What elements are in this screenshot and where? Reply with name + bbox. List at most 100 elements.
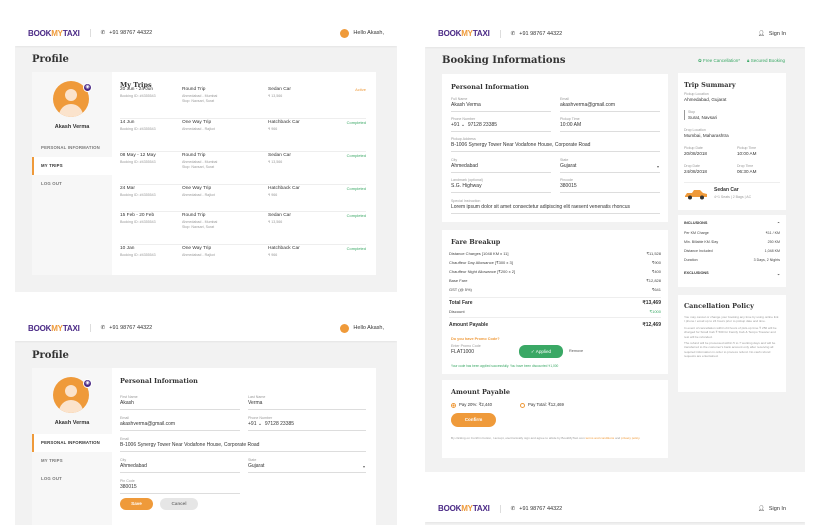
sign-in-link[interactable]: 👤︎ Sign In	[758, 31, 786, 37]
logo[interactable]: BOOKMYTAXI	[438, 504, 490, 513]
inclusions-toggle[interactable]: INCLUSIONS ⌃	[684, 221, 780, 226]
state-select[interactable]: State Gujarat ▾	[248, 458, 366, 473]
cancel-button[interactable]: Cancel	[160, 498, 198, 510]
label: Pickup Location	[684, 92, 709, 96]
row-label: Distance Included	[684, 249, 713, 253]
chevron-up-icon: ⌃	[776, 222, 780, 226]
pickup-address-field[interactable]: Pickup Address B-1006 Synergy Tower Near …	[451, 137, 660, 152]
row-value: ₹12,828	[646, 278, 661, 283]
sidebar-item-my-trips[interactable]: MY TRIPS	[32, 452, 112, 470]
phone-field[interactable]: Phone Number +91 ⌄ 97128 23385	[451, 117, 551, 132]
landmark-field[interactable]: Landmark (optional) S.G. Highway	[451, 178, 551, 193]
phone-field[interactable]: Phone Number +91 ⌄ 97128 23385	[248, 416, 366, 431]
trip-price: ₹ 966	[268, 193, 278, 197]
country-code-select[interactable]: +91	[451, 122, 459, 128]
car-type: Hatchback Car	[268, 186, 300, 191]
email-field[interactable]: Email akashverma@gmail.com	[120, 416, 240, 431]
fare-breakup-card: Fare Breakup Distance Charges [1048 KM x…	[442, 230, 668, 374]
privacy-policy-link[interactable]: privacy policy.	[621, 436, 640, 440]
field-value: Verma	[248, 400, 263, 406]
sidebar-item-personal-information[interactable]: PERSONAL INFORMATION	[32, 434, 112, 452]
trip-row[interactable]: 14 Jun Booking ID: #4355543 One Way Trip Ah…	[120, 120, 366, 152]
logo-text: TAXI	[62, 323, 80, 333]
value: 06:30 AM	[737, 169, 757, 174]
trip-type: One Way Trip	[182, 186, 212, 191]
pincode-field[interactable]: Pincode 380015	[560, 178, 660, 193]
applied-button[interactable]: ✓ Applied	[519, 345, 563, 358]
policy-text: You may cancel or change your booking an…	[684, 315, 780, 359]
trip-type: One Way Trip	[182, 120, 212, 125]
email-field[interactable]: Email akashverma@gmail.com	[560, 97, 660, 112]
user-menu[interactable]: Hello Akash,	[340, 323, 384, 333]
field-label: Phone Number	[248, 416, 273, 420]
logo[interactable]: BOOKMYTAXI	[438, 29, 490, 38]
radio-label: Pay 20%: ₹2,440	[459, 402, 493, 407]
promo-code-question[interactable]: Do you have Promo Code?	[451, 337, 500, 341]
sign-in-link[interactable]: 👤︎ Sign In	[758, 506, 786, 512]
divider	[684, 182, 780, 183]
last-name-field[interactable]: Last Name Verma	[248, 395, 366, 410]
phone-icon: ✆	[510, 505, 516, 512]
sidebar-item-log-out[interactable]: LOG OUT	[32, 470, 112, 488]
city-field[interactable]: City Ahmedabad	[120, 458, 240, 473]
promo-code-input[interactable]: Enter Promo Code FLAT1000	[451, 344, 513, 359]
row-label: Duration	[684, 258, 698, 262]
logo[interactable]: BOOKMYTAXI	[28, 29, 80, 38]
field-label: Pincode	[560, 178, 573, 182]
pay-total-radio[interactable]: Pay Total: ₹12,469	[520, 402, 564, 408]
pin-code-field[interactable]: Pin Code 380015	[120, 479, 240, 494]
phone-contact[interactable]: ✆ +91 98767 44322	[101, 30, 153, 36]
value: 10:00 AM	[737, 151, 757, 156]
exclusions-toggle[interactable]: EXCLUSIONS ⌄	[684, 271, 780, 276]
label: Drop Location	[684, 128, 706, 132]
free-cancellation-badge: ✿ Free Cancellation*	[697, 58, 741, 63]
discount-row: Discount ₹1000	[449, 309, 661, 314]
pickup-time-field[interactable]: Pickup Time 10:00 AM	[560, 117, 660, 132]
phone-contact[interactable]: ✆ +91 98767 44322	[511, 506, 563, 512]
sidebar-item-log-out[interactable]: LOG OUT	[32, 175, 112, 193]
exclusions-title: EXCLUSIONS	[684, 271, 709, 275]
country-code-select[interactable]: +91	[248, 421, 256, 427]
sidebar-item-my-trips[interactable]: MY TRIPS	[32, 157, 112, 175]
phone-icon: ✆	[510, 30, 516, 37]
save-button[interactable]: Save	[120, 498, 153, 510]
chevron-down-icon: ▾	[656, 164, 659, 169]
city-field[interactable]: City Ahmedabad	[451, 158, 551, 173]
field-value: Akash Verma	[451, 102, 481, 108]
trip-row[interactable]: 08 May - 12 May Booking ID: #4355543 Round…	[120, 153, 366, 185]
camera-icon[interactable]: ◉	[83, 379, 92, 388]
phone-contact[interactable]: ✆ +91 98767 44322	[511, 31, 563, 37]
address-field[interactable]: Email B-1006 Synergy Tower Near Vodafone …	[120, 437, 366, 452]
trip-row[interactable]: 10 Jan Booking ID: #4355543 One Way Trip Ah…	[120, 246, 366, 274]
phone-contact[interactable]: ✆ +91 98767 44322	[101, 325, 153, 331]
trip-row[interactable]: 15 Feb - 20 Feb Booking ID: #4355543 Round…	[120, 213, 366, 245]
remove-promo-link[interactable]: Remove	[569, 349, 583, 353]
field-value: S.G. Highway	[451, 183, 482, 189]
logo[interactable]: BOOKMYTAXI	[28, 324, 80, 333]
trip-row[interactable]: 24 Mar Booking ID: #4355543 One Way Trip Ah…	[120, 186, 366, 212]
divider	[449, 317, 661, 318]
fare-row: Chauffeur Day Allowance [₹300 x 3] ₹900	[449, 260, 661, 265]
user-menu[interactable]: Hello Akash,	[340, 28, 384, 38]
badge-label: Secured Booking	[750, 58, 785, 63]
special-instruction-field[interactable]: Special Instruction Lorem ipsum dolor sit…	[451, 199, 660, 214]
check-icon: ✓	[530, 349, 535, 354]
trip-row[interactable]: 20 Jun - 24 Jun Booking ID: #4355543 Round…	[120, 87, 366, 119]
status-badge: Active	[355, 87, 366, 92]
label: Drop Time	[737, 164, 754, 168]
full-name-field[interactable]: Full Name Akash Verma	[451, 97, 551, 112]
field-value: Lorem ipsum dolor sit amet consectetur a…	[451, 204, 630, 210]
state-select[interactable]: State Gujarat ▾	[560, 158, 660, 173]
status-badge: Completed	[346, 153, 366, 158]
terms-link[interactable]: terms and conditions	[586, 436, 615, 440]
trip-price: ₹ 966	[268, 253, 278, 257]
camera-icon[interactable]: ◉	[83, 83, 92, 92]
confirm-button[interactable]: Confirm	[451, 413, 496, 427]
car-info: 4+1 Seats | 2 Bags | AC	[714, 195, 752, 199]
trip-date: 08 May - 12 May	[120, 153, 156, 158]
first-name-field[interactable]: First Name Akash	[120, 395, 240, 410]
sidebar-item-personal-information[interactable]: PERSONAL INFORMATION	[32, 139, 112, 157]
trip-route: Ahmedabad - Mumbai	[182, 160, 218, 164]
pay-20-percent-radio[interactable]: Pay 20%: ₹2,440	[451, 402, 492, 408]
field-value: B-1006 Synergy Tower Near Vodafone House…	[451, 142, 591, 148]
